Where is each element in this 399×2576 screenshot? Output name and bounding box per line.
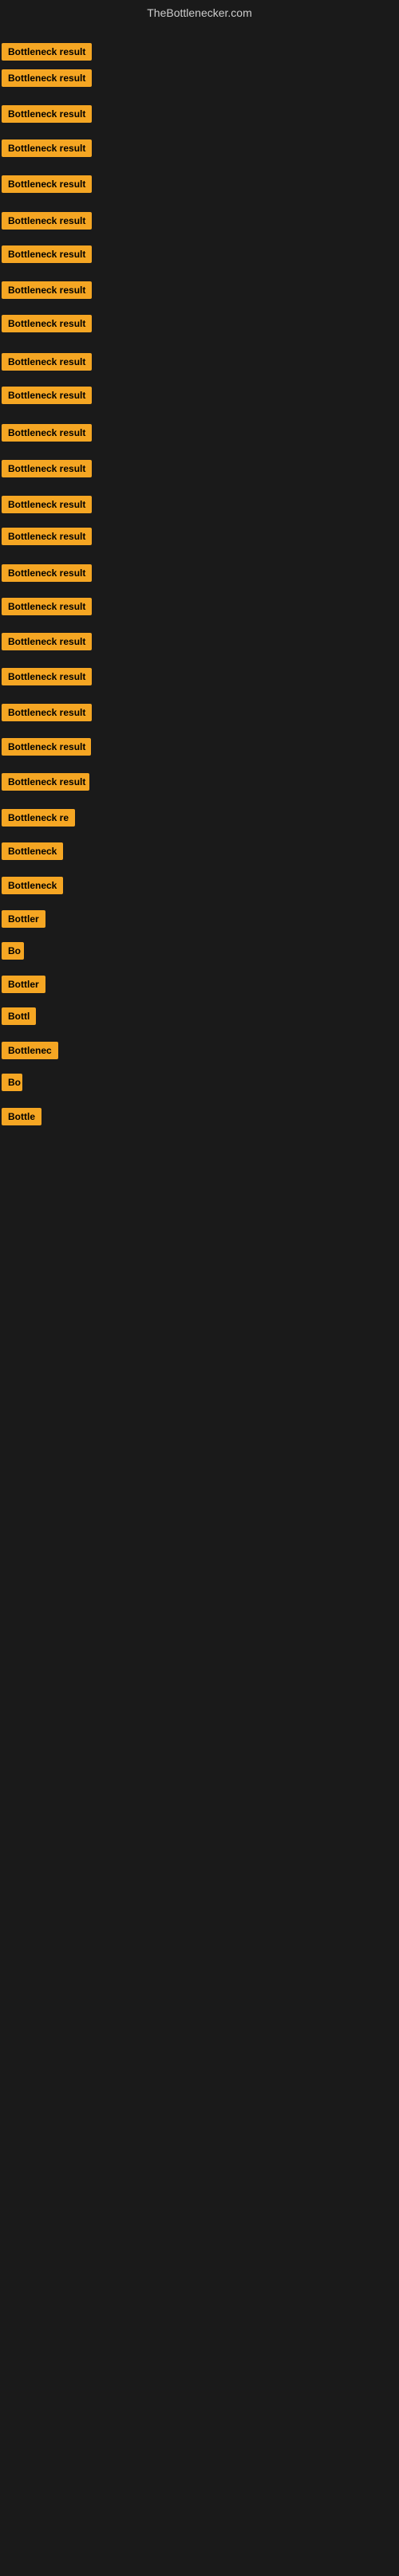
bottleneck-badge: Bottleneck result bbox=[2, 528, 92, 545]
bottleneck-result-item[interactable]: Bottleneck result bbox=[2, 564, 92, 586]
bottleneck-result-item[interactable]: Bottleneck bbox=[2, 842, 63, 864]
bottleneck-result-item[interactable]: Bottl bbox=[2, 1007, 36, 1029]
bottleneck-result-item[interactable]: Bottler bbox=[2, 910, 45, 932]
bottleneck-badge: Bottleneck result bbox=[2, 212, 92, 230]
bottleneck-badge: Bottleneck result bbox=[2, 175, 92, 193]
bottleneck-badge: Bottler bbox=[2, 910, 45, 928]
bottleneck-result-item[interactable]: Bottleneck result bbox=[2, 424, 92, 446]
bottleneck-result-item[interactable]: Bottleneck result bbox=[2, 281, 92, 303]
bottleneck-badge: Bottleneck bbox=[2, 842, 63, 860]
bottleneck-badge: Bottl bbox=[2, 1007, 36, 1025]
bottleneck-result-item[interactable]: Bottleneck result bbox=[2, 175, 92, 197]
bottleneck-badge: Bottleneck result bbox=[2, 424, 92, 442]
bottleneck-badge: Bottleneck result bbox=[2, 43, 92, 61]
bottleneck-result-item[interactable]: Bottleneck result bbox=[2, 496, 92, 517]
bottleneck-badge: Bottle bbox=[2, 1108, 41, 1125]
bottleneck-badge: Bottleneck result bbox=[2, 105, 92, 123]
bottleneck-badge: Bottlenec bbox=[2, 1042, 58, 1059]
bottleneck-badge: Bottleneck result bbox=[2, 315, 92, 332]
bottleneck-result-item[interactable]: Bottleneck result bbox=[2, 598, 92, 619]
bottleneck-result-item[interactable]: Bottleneck result bbox=[2, 773, 89, 795]
bottleneck-badge: Bottleneck result bbox=[2, 564, 92, 582]
bottleneck-badge: Bottleneck result bbox=[2, 633, 92, 650]
bottleneck-result-item[interactable]: Bottleneck result bbox=[2, 353, 92, 375]
bottleneck-badge: Bottleneck re bbox=[2, 809, 75, 827]
bottleneck-result-item[interactable]: Bottleneck result bbox=[2, 387, 92, 408]
bottleneck-result-item[interactable]: Bottlenec bbox=[2, 1042, 58, 1063]
bottleneck-result-item[interactable]: Bottleneck result bbox=[2, 139, 92, 161]
bottleneck-badge: Bottleneck result bbox=[2, 281, 92, 299]
site-title: TheBottlenecker.com bbox=[0, 0, 399, 26]
bottleneck-result-item[interactable]: Bottleneck result bbox=[2, 69, 92, 91]
bottleneck-badge: Bottleneck result bbox=[2, 139, 92, 157]
bottleneck-badge: Bo bbox=[2, 942, 24, 960]
bottleneck-badge: Bottleneck result bbox=[2, 668, 92, 685]
bottleneck-result-item[interactable]: Bottleneck result bbox=[2, 738, 91, 760]
bottleneck-result-item[interactable]: Bottler bbox=[2, 976, 45, 997]
bottleneck-result-item[interactable]: Bottleneck result bbox=[2, 43, 92, 65]
bottleneck-result-item[interactable]: Bottleneck result bbox=[2, 212, 92, 234]
bottleneck-result-item[interactable]: Bo bbox=[2, 942, 24, 964]
bottleneck-badge: Bottleneck result bbox=[2, 704, 92, 721]
bottleneck-badge: Bottleneck result bbox=[2, 69, 92, 87]
bottleneck-result-item[interactable]: Bottle bbox=[2, 1108, 41, 1129]
bottleneck-badge: Bottleneck bbox=[2, 877, 63, 894]
bottleneck-badge: Bottleneck result bbox=[2, 738, 91, 756]
bottleneck-badge: Bottleneck result bbox=[2, 496, 92, 513]
bottleneck-badge: Bo bbox=[2, 1074, 22, 1091]
bottleneck-badge: Bottleneck result bbox=[2, 598, 92, 615]
bottleneck-badge: Bottler bbox=[2, 976, 45, 993]
bottleneck-result-item[interactable]: Bottleneck result bbox=[2, 245, 92, 267]
bottleneck-result-item[interactable]: Bottleneck result bbox=[2, 528, 92, 549]
bottleneck-result-item[interactable]: Bottleneck result bbox=[2, 704, 92, 725]
bottleneck-result-item[interactable]: Bottleneck result bbox=[2, 105, 92, 127]
bottleneck-result-item[interactable]: Bottleneck bbox=[2, 877, 63, 898]
bottleneck-badge: Bottleneck result bbox=[2, 460, 92, 477]
bottleneck-result-item[interactable]: Bottleneck result bbox=[2, 668, 92, 689]
bottleneck-badge: Bottleneck result bbox=[2, 773, 89, 791]
bottleneck-result-item[interactable]: Bo bbox=[2, 1074, 22, 1095]
bottleneck-result-item[interactable]: Bottleneck result bbox=[2, 633, 92, 654]
bottleneck-badge: Bottleneck result bbox=[2, 353, 92, 371]
bottleneck-result-item[interactable]: Bottleneck result bbox=[2, 460, 92, 481]
bottleneck-result-item[interactable]: Bottleneck re bbox=[2, 809, 75, 831]
bottleneck-badge: Bottleneck result bbox=[2, 245, 92, 263]
bottleneck-result-item[interactable]: Bottleneck result bbox=[2, 315, 92, 336]
bottleneck-badge: Bottleneck result bbox=[2, 387, 92, 404]
